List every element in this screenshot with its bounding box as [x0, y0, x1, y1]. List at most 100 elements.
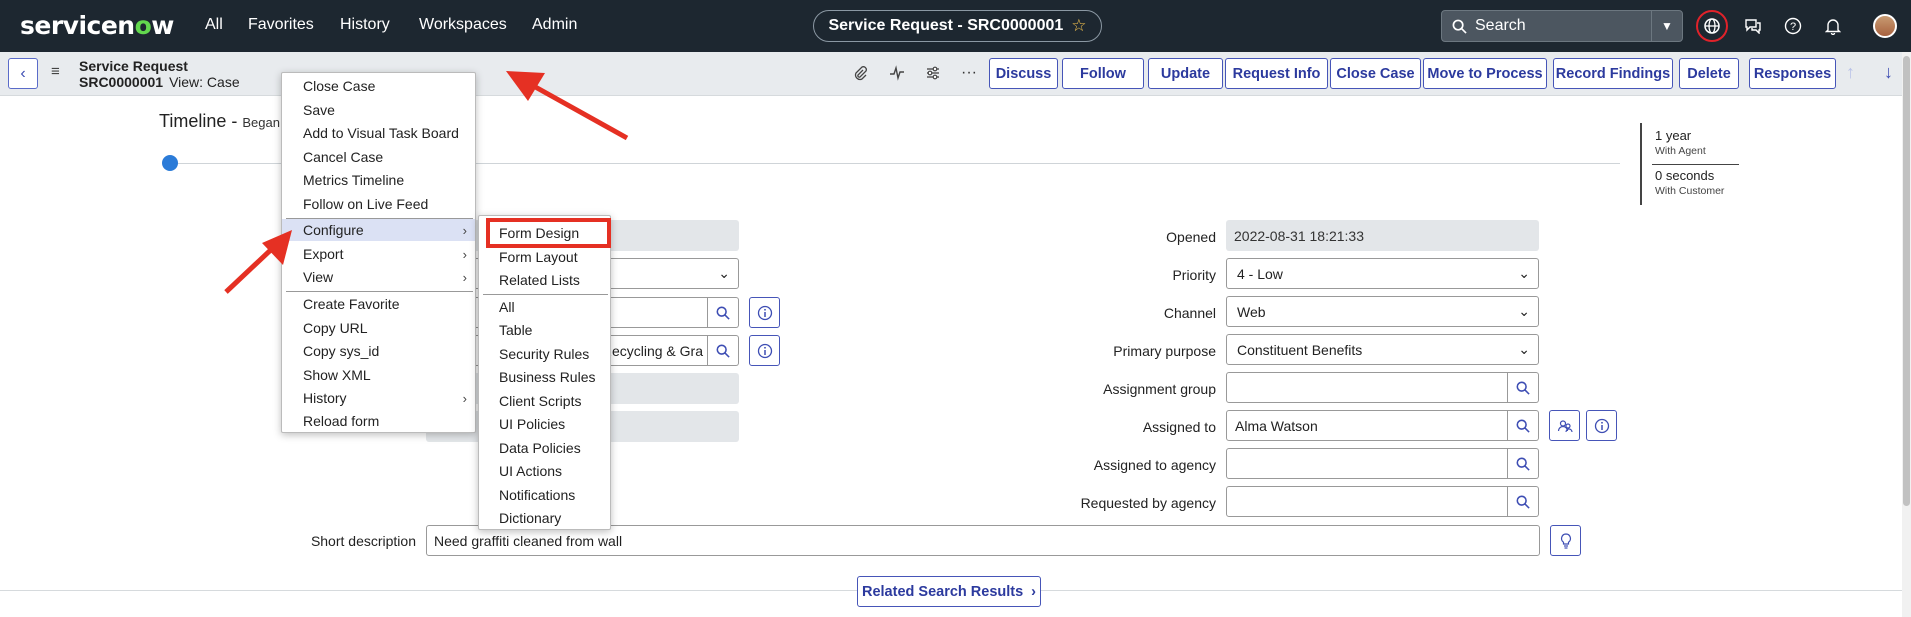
submenu-client-scripts[interactable]: Client Scripts — [479, 390, 610, 412]
nav-workspaces[interactable]: Workspaces — [419, 16, 507, 34]
chat-icon[interactable] — [1741, 14, 1765, 38]
menu-reload-form[interactable]: Reload form — [282, 410, 475, 432]
assigned-to-input[interactable]: Alma Watson — [1226, 410, 1508, 441]
user-avatar[interactable] — [1873, 14, 1897, 38]
info-icon — [1594, 418, 1609, 433]
short-description-label: Short description — [310, 533, 416, 549]
menu-show-xml[interactable]: Show XML — [282, 364, 475, 386]
nav-all[interactable]: All — [205, 16, 223, 34]
nav-favorites[interactable]: Favorites — [248, 16, 314, 34]
menu-create-favorite[interactable]: Create Favorite — [282, 293, 475, 315]
submenu-related-lists[interactable]: Related Lists — [479, 269, 610, 291]
opened-label: Opened — [1166, 229, 1216, 245]
servicenow-logo[interactable]: servicenow — [20, 11, 174, 40]
delete-button[interactable]: Delete — [1679, 58, 1739, 89]
assigned-to-agency-input[interactable] — [1226, 448, 1508, 479]
search-scope-dropdown[interactable]: ▼ — [1651, 10, 1683, 42]
assignment-group-input[interactable] — [1226, 372, 1508, 403]
more-options-ellipsis-icon[interactable]: ··· — [958, 62, 980, 84]
search-icon — [1516, 419, 1530, 433]
info-button-1[interactable] — [749, 297, 780, 328]
request-info-button[interactable]: Request Info — [1225, 58, 1328, 89]
primary-purpose-select[interactable]: Constituent Benefits ⌄ — [1226, 334, 1539, 365]
discuss-button[interactable]: Discuss — [989, 58, 1058, 89]
globe-icon — [1704, 18, 1720, 34]
menu-copy-sys-id[interactable]: Copy sys_id — [282, 340, 475, 362]
submenu-notifications[interactable]: Notifications — [479, 484, 610, 506]
menu-follow-on-live-feed[interactable]: Follow on Live Feed — [282, 193, 475, 215]
submenu-business-rules[interactable]: Business Rules — [479, 366, 610, 388]
menu-view-label: View — [303, 269, 334, 285]
menu-metrics-timeline[interactable]: Metrics Timeline — [282, 169, 475, 191]
lookup-button-2[interactable] — [708, 335, 739, 366]
submenu-security-rules[interactable]: Security Rules — [479, 343, 610, 365]
menu-copy-url[interactable]: Copy URL — [282, 317, 475, 339]
submenu-table[interactable]: Table — [479, 319, 610, 341]
global-search-input[interactable]: Search — [1441, 10, 1652, 42]
next-record-arrow-icon[interactable]: ↓ — [1884, 62, 1893, 83]
notifications-bell-icon[interactable] — [1821, 14, 1845, 38]
chevron-right-icon: › — [462, 246, 467, 262]
info-button-2[interactable] — [749, 335, 780, 366]
previous-record-arrow-icon[interactable]: ↑ — [1846, 62, 1855, 83]
submenu-form-layout[interactable]: Form Layout — [479, 246, 610, 268]
submenu-data-policies[interactable]: Data Policies — [479, 437, 610, 459]
suggestion-lightbulb-button[interactable] — [1550, 525, 1581, 556]
menu-configure[interactable]: Configure › — [282, 219, 475, 241]
menu-save[interactable]: Save — [282, 99, 475, 121]
submenu-all[interactable]: All — [479, 296, 610, 318]
record-title-pill[interactable]: Service Request - SRC0000001 ☆ — [813, 10, 1102, 42]
assigned-to-label: Assigned to — [1142, 419, 1216, 435]
star-icon[interactable]: ☆ — [1071, 16, 1086, 36]
configure-submenu: Form Design Form Layout Related Lists Al… — [478, 215, 611, 530]
customer-duration-label: With Customer — [1655, 185, 1725, 197]
assigned-to-agency-label: Assigned to agency — [1093, 457, 1216, 473]
submenu-ui-policies[interactable]: UI Policies — [479, 413, 610, 435]
update-button[interactable]: Update — [1148, 58, 1223, 89]
menu-separator — [483, 294, 608, 295]
menu-add-to-visual-task-board[interactable]: Add to Visual Task Board — [282, 122, 475, 144]
menu-configure-label: Configure — [303, 222, 364, 238]
submenu-ui-actions[interactable]: UI Actions — [479, 460, 610, 482]
form-context-menu-icon[interactable]: ≡ — [51, 64, 65, 79]
assigned-to-agency-lookup-button[interactable] — [1508, 448, 1539, 479]
help-icon[interactable]: ? — [1781, 14, 1805, 38]
chevron-down-icon: ⌄ — [1518, 341, 1530, 357]
assigned-to-users-button[interactable] — [1549, 410, 1580, 441]
category-value: Recycling & Gra — [601, 342, 703, 359]
menu-export[interactable]: Export › — [282, 243, 475, 265]
assigned-to-info-button[interactable] — [1586, 410, 1617, 441]
menu-cancel-case[interactable]: Cancel Case — [282, 146, 475, 168]
follow-button[interactable]: Follow — [1062, 58, 1144, 89]
lookup-button-1[interactable] — [708, 297, 739, 328]
back-button[interactable]: ‹ — [8, 58, 38, 89]
menu-view[interactable]: View › — [282, 266, 475, 288]
close-case-button[interactable]: Close Case — [1330, 58, 1421, 89]
requested-by-agency-label: Requested by agency — [1080, 495, 1216, 511]
record-title: Service Request - SRC0000001 — [828, 17, 1064, 34]
responses-button[interactable]: Responses — [1749, 58, 1836, 89]
language-globe-button[interactable] — [1696, 10, 1728, 42]
form-context-menu: Close Case Save Add to Visual Task Board… — [281, 72, 476, 433]
channel-select[interactable]: Web ⌄ — [1226, 296, 1539, 327]
related-search-results-button[interactable]: Related Search Results › — [857, 576, 1041, 607]
scrollbar-thumb[interactable] — [1903, 56, 1910, 506]
nav-admin[interactable]: Admin — [532, 16, 577, 34]
nav-history[interactable]: History — [340, 16, 390, 34]
activity-pulse-icon[interactable] — [886, 62, 908, 84]
priority-select[interactable]: 4 - Low ⌄ — [1226, 258, 1539, 289]
record-findings-button[interactable]: Record Findings — [1553, 58, 1673, 89]
requested-by-agency-input[interactable] — [1226, 486, 1508, 517]
personalize-form-sliders-icon[interactable] — [922, 62, 944, 84]
move-to-process-button[interactable]: Move to Process — [1423, 58, 1547, 89]
menu-history[interactable]: History › — [282, 387, 475, 409]
requested-by-agency-lookup-button[interactable] — [1508, 486, 1539, 517]
timeline-start-dot[interactable] — [162, 155, 178, 171]
attachment-icon[interactable] — [849, 62, 871, 84]
assigned-to-lookup-button[interactable] — [1508, 410, 1539, 441]
menu-export-label: Export — [303, 246, 344, 262]
menu-close-case[interactable]: Close Case — [282, 75, 475, 97]
submenu-dictionary[interactable]: Dictionary — [479, 507, 610, 529]
chevron-right-icon: › — [462, 390, 467, 406]
assignment-group-lookup-button[interactable] — [1508, 372, 1539, 403]
